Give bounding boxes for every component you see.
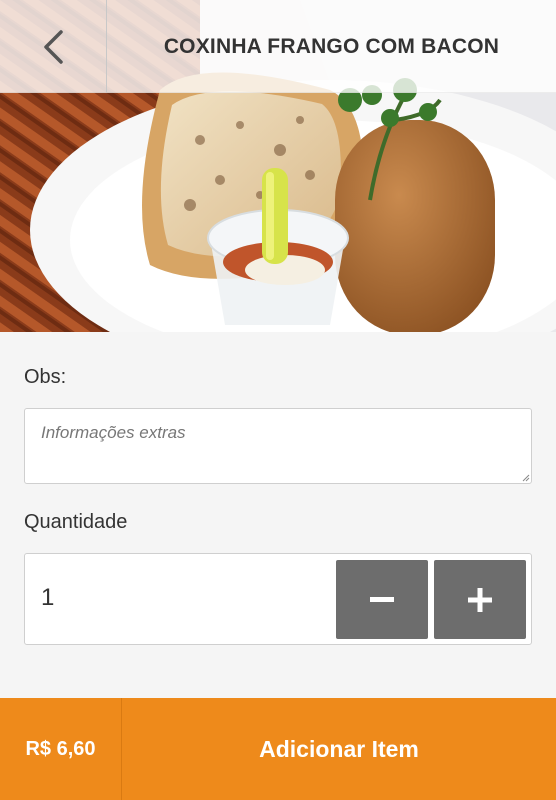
chevron-left-icon <box>44 29 63 64</box>
item-price: R$ 6,60 <box>0 698 122 800</box>
obs-textarea[interactable] <box>24 408 532 484</box>
app-header: COXINHA FRANGO COM BACON <box>0 0 556 93</box>
obs-label: Obs: <box>24 366 67 388</box>
footer-bar: R$ 6,60 Adicionar Item <box>0 698 556 800</box>
quantity-stepper: 1 <box>24 553 532 645</box>
quantity-label: Quantidade <box>24 511 128 533</box>
decrease-quantity-button[interactable] <box>336 560 428 639</box>
page-title: COXINHA FRANGO COM BACON <box>163 34 500 58</box>
plus-icon <box>468 587 492 612</box>
quantity-value[interactable]: 1 <box>41 584 54 612</box>
minus-icon <box>370 596 394 602</box>
add-item-button[interactable]: Adicionar Item <box>122 698 556 800</box>
increase-quantity-button[interactable] <box>434 560 526 639</box>
back-button[interactable] <box>0 0 107 93</box>
resize-grip-icon[interactable] <box>522 474 530 482</box>
